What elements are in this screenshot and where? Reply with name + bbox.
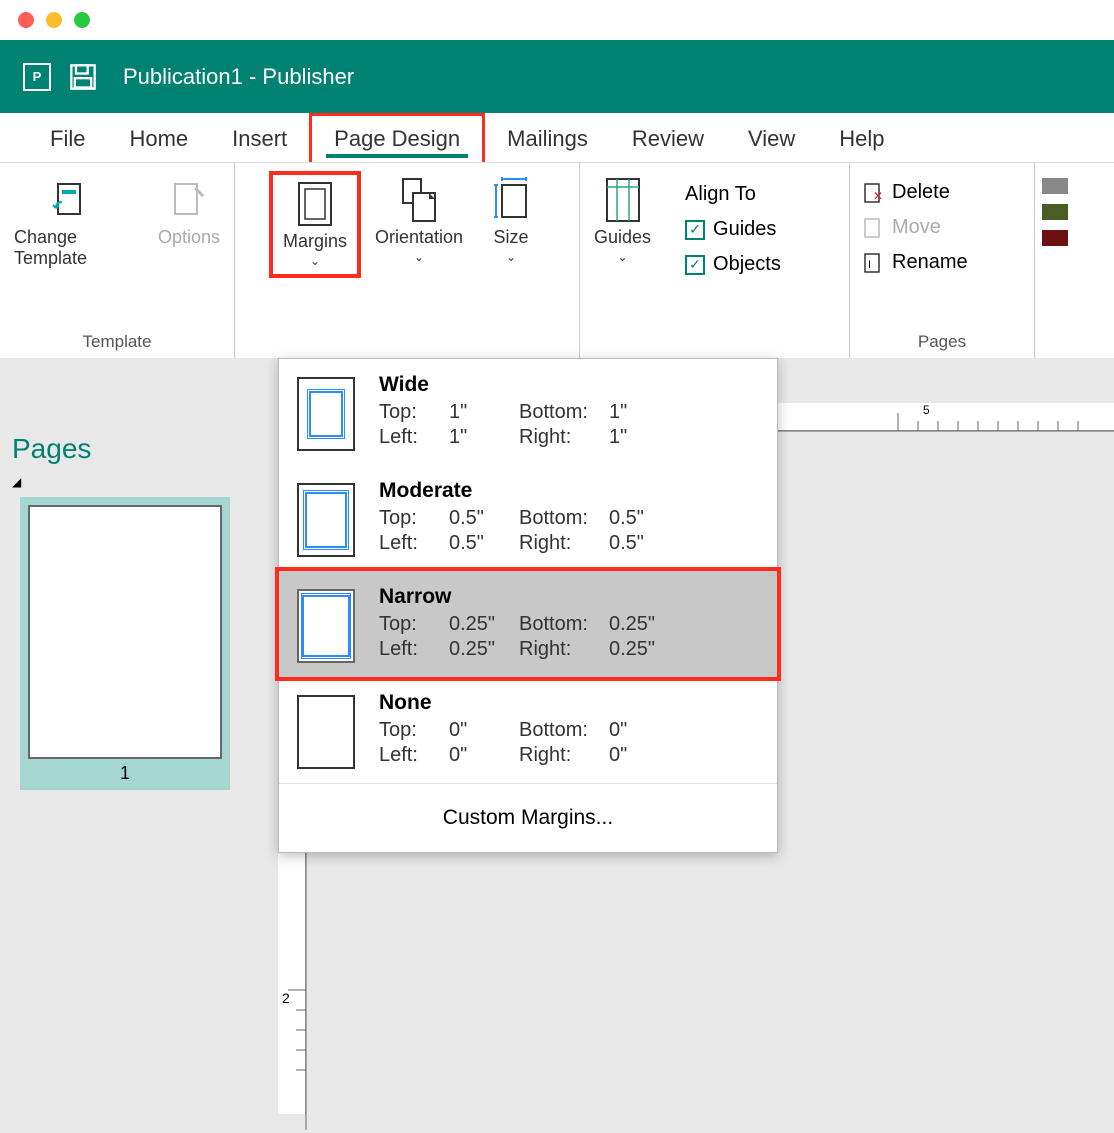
swatch-3[interactable] bbox=[1042, 230, 1068, 246]
custom-margins-button[interactable]: Custom Margins... bbox=[279, 783, 777, 852]
page-thumbnail-1[interactable]: 1 bbox=[20, 497, 230, 790]
window-titlebar bbox=[0, 0, 1114, 40]
margins-dropdown: Wide Top:1"Bottom:1" Left:1"Right:1" Mod… bbox=[278, 358, 778, 853]
chevron-down-icon: ⌄ bbox=[617, 250, 627, 264]
ribbon-group-pages: ✕Delete Move IRename Pages bbox=[850, 163, 1035, 358]
save-icon[interactable] bbox=[69, 63, 97, 91]
template-group-label: Template bbox=[0, 332, 234, 352]
page-thumbnail-number: 1 bbox=[120, 759, 130, 790]
swatch-2[interactable] bbox=[1042, 204, 1068, 220]
checkbox-checked-icon: ✓ bbox=[685, 255, 705, 275]
rename-page-icon: I bbox=[862, 252, 884, 274]
chevron-down-icon: ⌄ bbox=[310, 254, 320, 268]
orientation-label: Orientation bbox=[375, 227, 463, 248]
svg-text:✕: ✕ bbox=[873, 189, 883, 203]
align-to-label: Align To bbox=[673, 177, 793, 212]
tab-file[interactable]: File bbox=[28, 116, 107, 162]
change-template-icon bbox=[52, 179, 92, 221]
guides-button[interactable]: Guides ⌄ bbox=[580, 171, 665, 282]
publisher-app-icon bbox=[23, 63, 51, 91]
ribbon-group-page-setup: Margins ⌄ Orientation ⌄ Size ⌄ bbox=[235, 163, 580, 358]
ribbon-tabs: File Home Insert Page Design Mailings Re… bbox=[0, 113, 1114, 163]
chevron-down-icon: ⌄ bbox=[414, 250, 424, 264]
ruler-marker-2: 2 bbox=[282, 990, 290, 1006]
tab-home[interactable]: Home bbox=[107, 116, 210, 162]
margins-option-none[interactable]: None Top:0"Bottom:0" Left:0"Right:0" bbox=[279, 677, 777, 783]
size-icon bbox=[491, 179, 531, 221]
svg-text:I: I bbox=[868, 259, 871, 271]
ribbon: Change Template Options Template Margins… bbox=[0, 163, 1114, 358]
tab-page-design[interactable]: Page Design bbox=[309, 113, 485, 162]
swatch-1[interactable] bbox=[1042, 178, 1068, 194]
change-template-label: Change Template bbox=[14, 227, 130, 269]
margins-none-icon bbox=[297, 695, 355, 769]
pages-panel-title: Pages bbox=[0, 403, 260, 475]
guides-label: Guides bbox=[594, 227, 651, 248]
app-header: Publication1 - Publisher bbox=[0, 40, 1114, 113]
size-button[interactable]: Size ⌄ bbox=[477, 171, 545, 278]
tab-insert[interactable]: Insert bbox=[210, 116, 309, 162]
margins-option-wide[interactable]: Wide Top:1"Bottom:1" Left:1"Right:1" bbox=[279, 359, 777, 465]
tab-review[interactable]: Review bbox=[610, 116, 726, 162]
move-page-icon bbox=[862, 217, 884, 239]
margins-moderate-icon bbox=[297, 483, 355, 557]
ruler-marker-5: 5 bbox=[923, 403, 930, 417]
move-page-button: Move bbox=[850, 210, 1034, 245]
document-title: Publication1 - Publisher bbox=[123, 64, 354, 90]
margins-icon bbox=[295, 183, 335, 225]
options-button: Options bbox=[144, 171, 234, 269]
options-icon bbox=[169, 179, 209, 221]
pages-group-label: Pages bbox=[850, 332, 1034, 352]
checkbox-checked-icon: ✓ bbox=[685, 220, 705, 240]
margins-narrow-icon bbox=[297, 589, 355, 663]
tab-mailings[interactable]: Mailings bbox=[485, 116, 610, 162]
margins-option-narrow[interactable]: Narrow Top:0.25"Bottom:0.25" Left:0.25"R… bbox=[275, 567, 781, 681]
margins-wide-icon bbox=[297, 377, 355, 451]
close-window-button[interactable] bbox=[18, 12, 34, 28]
rename-page-button[interactable]: IRename bbox=[850, 245, 1034, 280]
align-objects-checkbox[interactable]: ✓Objects bbox=[673, 247, 793, 282]
orientation-button[interactable]: Orientation ⌄ bbox=[361, 171, 477, 278]
chevron-down-icon: ⌄ bbox=[506, 250, 516, 264]
tab-view[interactable]: View bbox=[726, 116, 817, 162]
margins-label: Margins bbox=[283, 231, 347, 252]
maximize-window-button[interactable] bbox=[74, 12, 90, 28]
collapse-triangle-icon[interactable]: ◢ bbox=[0, 475, 260, 489]
delete-page-button[interactable]: ✕Delete bbox=[850, 175, 1034, 210]
change-template-button[interactable]: Change Template bbox=[0, 171, 144, 269]
page-thumbnail-image bbox=[28, 505, 222, 759]
margins-option-moderate[interactable]: Moderate Top:0.5"Bottom:0.5" Left:0.5"Ri… bbox=[279, 465, 777, 571]
ribbon-group-layout: Guides ⌄ Align To ✓Guides ✓Objects bbox=[580, 163, 850, 358]
delete-page-icon: ✕ bbox=[862, 182, 884, 204]
minimize-window-button[interactable] bbox=[46, 12, 62, 28]
ribbon-group-template: Change Template Options Template bbox=[0, 163, 235, 358]
color-swatches bbox=[1035, 163, 1075, 358]
align-guides-checkbox[interactable]: ✓Guides bbox=[673, 212, 793, 247]
orientation-icon bbox=[399, 179, 439, 221]
margins-button[interactable]: Margins ⌄ bbox=[269, 171, 361, 278]
pages-side-panel: Pages ◢ 1 bbox=[0, 403, 260, 790]
size-label: Size bbox=[494, 227, 529, 248]
guides-icon bbox=[603, 179, 643, 221]
options-label: Options bbox=[158, 227, 220, 248]
tab-help[interactable]: Help bbox=[817, 116, 906, 162]
